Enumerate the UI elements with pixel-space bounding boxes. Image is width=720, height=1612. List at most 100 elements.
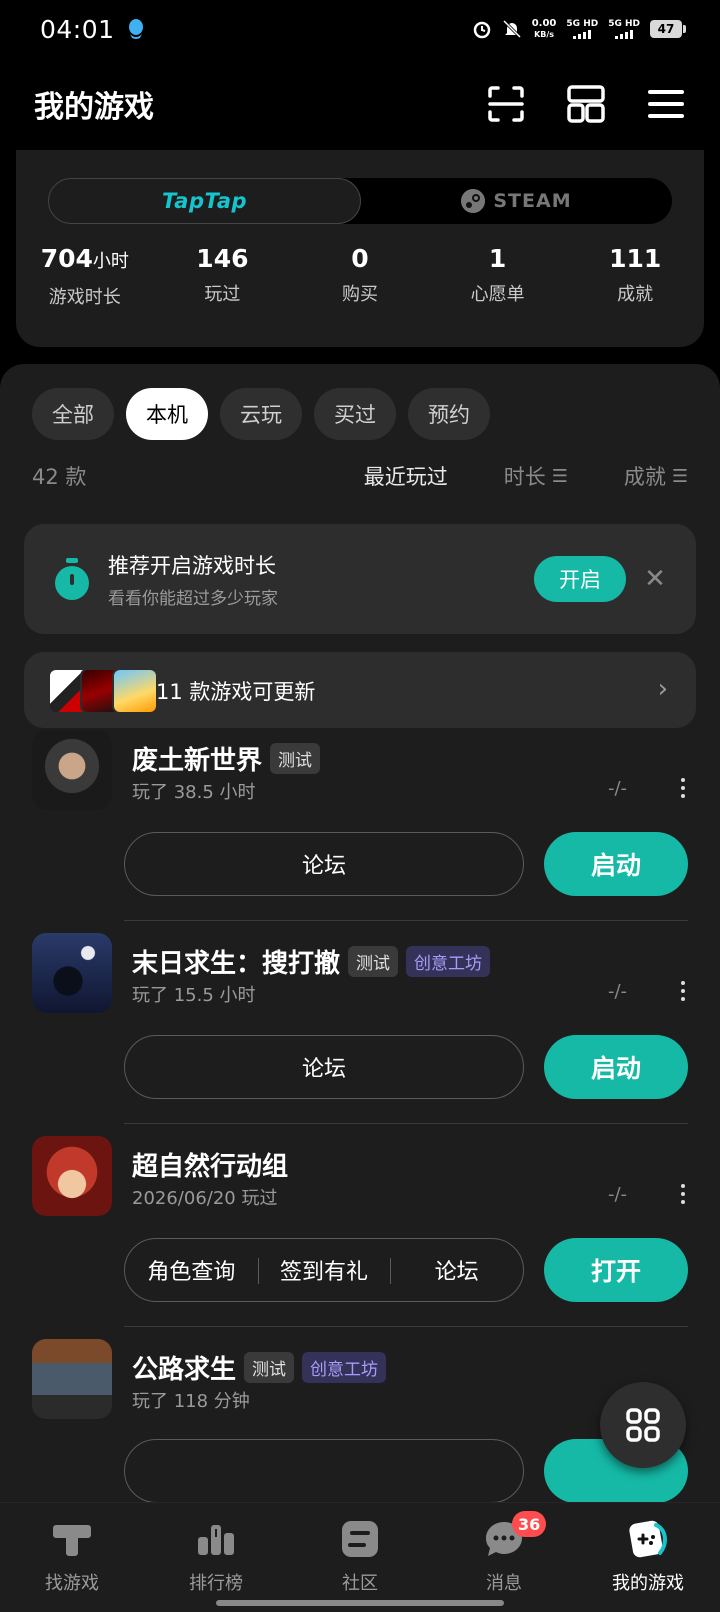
- game-title[interactable]: 公路求生: [132, 1349, 236, 1386]
- stats-row: 704小时 游戏时长 146 玩过 0 购买 1 心愿单 111 成就: [16, 242, 704, 309]
- steam-label: STEAM: [493, 190, 572, 212]
- stat-playtime[interactable]: 704小时 游戏时长: [16, 242, 154, 309]
- game-subtitle: 2026/06/20 玩过: [132, 1188, 278, 1209]
- close-icon[interactable]: ✕: [640, 564, 670, 594]
- stat-wishlist-value: 1: [488, 244, 507, 273]
- game-title[interactable]: 废土新世界: [132, 740, 262, 777]
- signal-1-label: 5G HD: [566, 19, 599, 29]
- nav-rankings[interactable]: 排行榜: [144, 1503, 288, 1612]
- forum-button[interactable]: 论坛: [125, 1051, 523, 1083]
- game-actions[interactable]: [124, 1439, 524, 1503]
- enable-playtime-button[interactable]: 开启: [534, 556, 626, 602]
- game-actions: 论坛: [124, 1035, 524, 1099]
- open-button[interactable]: 打开: [544, 1238, 688, 1302]
- sort-playtime[interactable]: 时长 ☰: [504, 461, 568, 491]
- grid-icon[interactable]: [566, 84, 606, 124]
- game-title[interactable]: 末日求生：搜打撤: [132, 943, 340, 980]
- promo-subtitle: 看看你能超过多少玩家: [108, 589, 278, 609]
- quick-access-fab[interactable]: [600, 1382, 686, 1468]
- sort-icon: ☰: [551, 465, 568, 487]
- platform-toggle: TapTap STEAM: [48, 178, 672, 224]
- stat-purchased[interactable]: 0 购买: [291, 242, 429, 309]
- filter-chips: 全部 本机 云玩 买过 预约: [32, 388, 490, 440]
- signal-2-label: 5G HD: [608, 19, 640, 29]
- character-lookup-button[interactable]: 角色查询: [125, 1254, 258, 1286]
- game-item: 废土新世界 测试 玩了 38.5 小时 -/- 论坛 启动: [0, 730, 720, 934]
- launch-button[interactable]: 启动: [544, 1035, 688, 1099]
- message-count-badge: 36: [512, 1511, 547, 1537]
- signal-1-bars-icon: [573, 29, 592, 39]
- menu-icon[interactable]: [646, 84, 686, 124]
- filter-chip-bought[interactable]: 买过: [314, 388, 396, 440]
- updates-text: 11 款游戏可更新: [156, 680, 316, 704]
- game-thumbnail[interactable]: [32, 1339, 112, 1419]
- game-thumbnail[interactable]: [32, 933, 112, 1013]
- filter-chip-all[interactable]: 全部: [32, 388, 114, 440]
- nav-messages[interactable]: 消息 36: [432, 1503, 576, 1612]
- scan-icon[interactable]: [486, 84, 526, 124]
- game-title[interactable]: 超自然行动组: [132, 1146, 288, 1183]
- stat-played[interactable]: 146 玩过: [154, 242, 292, 309]
- game-count: 42 款: [32, 465, 87, 489]
- more-icon[interactable]: [680, 778, 686, 800]
- sort-achievements[interactable]: 成就 ☰: [624, 461, 688, 491]
- find-game-icon: [53, 1525, 91, 1556]
- promo-title: 推荐开启游戏时长: [108, 554, 276, 578]
- net-speed-unit: KB/s: [534, 30, 555, 39]
- divider: [124, 1123, 688, 1124]
- taptap-label: TapTap: [161, 189, 248, 213]
- update-game-icons: [48, 668, 158, 714]
- battery-level: 47: [657, 22, 675, 36]
- game-thumbnail[interactable]: [32, 1136, 112, 1216]
- stat-purchased-label: 购买: [341, 284, 378, 305]
- nav-label: 社区: [342, 1573, 378, 1594]
- nav-label: 我的游戏: [612, 1573, 684, 1594]
- signal-2: 5G HD: [608, 19, 640, 39]
- steam-logo-icon: [461, 189, 486, 213]
- bottom-nav: 找游戏 排行榜 社区 消息 36 我的游戏: [0, 1502, 720, 1612]
- alarm-icon: [473, 21, 490, 39]
- tag-beta: 测试: [270, 743, 321, 774]
- status-time: 04:01: [40, 14, 115, 44]
- filter-chip-cloud[interactable]: 云玩: [220, 388, 302, 440]
- platform-taptap-tab[interactable]: TapTap: [48, 178, 361, 224]
- game-thumbnail[interactable]: [32, 730, 112, 810]
- net-speed: 0.00 KB/s: [532, 18, 557, 40]
- tag-beta: 测试: [348, 946, 399, 977]
- updates-card[interactable]: 11 款游戏可更新 ›: [24, 652, 696, 728]
- tag-workshop: 创意工坊: [406, 946, 491, 977]
- nav-my-games[interactable]: 我的游戏: [576, 1503, 720, 1612]
- mute-icon: [502, 19, 521, 39]
- status-bar: 04:01 0.00 KB/s 5G HD 5G HD 47: [0, 0, 720, 58]
- checkin-reward-button[interactable]: 签到有礼: [257, 1254, 391, 1286]
- forum-button[interactable]: 论坛: [125, 848, 523, 880]
- sort-achievements-label: 成就: [623, 465, 666, 489]
- platform-steam-tab[interactable]: STEAM: [361, 178, 672, 224]
- game-item: 超自然行动组 2026/06/20 玩过 -/- 角色查询 签到有礼 论坛 打开: [0, 1136, 720, 1340]
- game-title-row: 公路求生 测试 创意工坊: [132, 1349, 387, 1386]
- nav-find-games[interactable]: 找游戏: [0, 1503, 144, 1612]
- qq-icon: [128, 19, 143, 39]
- header-actions: [486, 84, 686, 124]
- home-indicator: [216, 1600, 504, 1606]
- more-icon[interactable]: [680, 981, 686, 1003]
- game-subtitle: 玩了 15.5 小时: [132, 985, 256, 1006]
- stat-wishlist[interactable]: 1 心愿单: [429, 242, 567, 309]
- launch-button[interactable]: 启动: [544, 832, 688, 896]
- filter-chip-reserved[interactable]: 预约: [408, 388, 490, 440]
- nav-label: 消息: [486, 1573, 522, 1594]
- signal-2-bars-icon: [615, 29, 634, 39]
- forum-button[interactable]: 论坛: [390, 1254, 523, 1286]
- game-actions: 论坛: [124, 832, 524, 896]
- stat-achievements-label: 成就: [617, 284, 654, 305]
- divider: [124, 1326, 688, 1327]
- filter-chip-local[interactable]: 本机: [126, 388, 208, 440]
- sort-recent[interactable]: 最近玩过: [364, 461, 448, 491]
- stat-achievements[interactable]: 111 成就: [566, 242, 704, 309]
- more-icon[interactable]: [680, 1184, 686, 1206]
- sort-playtime-label: 时长: [503, 465, 546, 489]
- nav-community[interactable]: 社区: [288, 1503, 432, 1612]
- game-title-row: 末日求生：搜打撤 测试 创意工坊: [132, 943, 491, 980]
- stat-playtime-value: 704: [40, 244, 93, 273]
- app-header: 我的游戏: [0, 58, 720, 150]
